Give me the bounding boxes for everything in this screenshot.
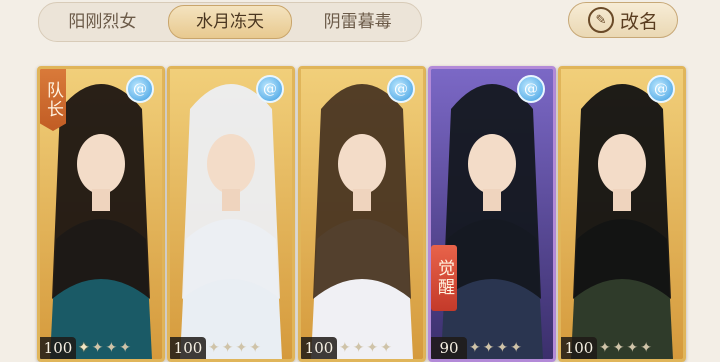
star-rating: ✦ ✦ ✦ ✦ (599, 339, 652, 357)
star-icon: ✦ (469, 340, 481, 356)
star-icon: ✦ (91, 340, 104, 356)
tab-team-3[interactable]: 阴雷暮毒 (296, 6, 419, 38)
star-icon: ✦ (482, 340, 495, 356)
star-rating: ✦ ✦ ✦ ✦ (78, 339, 131, 357)
water-swirl-icon: @ (387, 75, 415, 103)
level-label: 100 (301, 337, 337, 359)
character-portrait (431, 69, 553, 359)
pen-icon: ✎ (587, 7, 614, 33)
character-portrait (561, 69, 683, 359)
character-card-4[interactable]: 觉醒 @90 ✦ ✦ ✦ ✦ (428, 66, 556, 362)
star-icon: ✦ (626, 340, 639, 356)
awaken-badge: 觉醒 (431, 245, 457, 311)
rename-label: 改名 (619, 10, 658, 33)
character-card-1[interactable]: 队长 @100 ✦ ✦ ✦ ✦ (37, 66, 165, 362)
character-card-2[interactable]: @100 ✦ ✦ ✦ ✦ (167, 66, 295, 362)
star-icon: ✦ (208, 340, 220, 356)
star-rating: ✦ ✦ ✦ ✦ (208, 339, 261, 357)
water-swirl-icon: @ (256, 75, 284, 103)
water-swirl-icon: @ (517, 75, 545, 103)
character-portrait (170, 69, 292, 359)
level-label: 100 (561, 337, 597, 359)
star-icon: ✦ (119, 340, 131, 356)
tab-team-1[interactable]: 阳刚烈女 (41, 6, 164, 38)
level-label: 90 (431, 337, 467, 359)
rename-button[interactable]: ✎ 改名 (568, 2, 678, 38)
water-swirl-icon: @ (126, 75, 154, 103)
star-icon: ✦ (352, 340, 365, 356)
star-icon: ✦ (510, 340, 522, 356)
level-label: 100 (40, 337, 76, 359)
star-icon: ✦ (249, 340, 261, 356)
star-icon: ✦ (78, 340, 90, 356)
star-icon: ✦ (339, 340, 351, 356)
star-icon: ✦ (235, 340, 248, 356)
tab-team-2[interactable]: 水月冻天 (167, 5, 293, 39)
star-icon: ✦ (640, 340, 652, 356)
team-tab-bar: 阳刚烈女 水月冻天 阴雷暮毒 (38, 2, 422, 42)
star-icon: ✦ (105, 340, 118, 356)
captain-badge: 队长 (40, 69, 66, 131)
level-label: 100 (170, 337, 206, 359)
water-swirl-icon: @ (647, 75, 675, 103)
star-icon: ✦ (366, 340, 379, 356)
star-rating: ✦ ✦ ✦ ✦ (469, 339, 522, 357)
star-icon: ✦ (380, 340, 392, 356)
star-icon: ✦ (496, 340, 509, 356)
character-card-3[interactable]: @100 ✦ ✦ ✦ ✦ (298, 66, 426, 362)
character-card-5[interactable]: @100 ✦ ✦ ✦ ✦ (558, 66, 686, 362)
star-rating: ✦ ✦ ✦ ✦ (339, 339, 392, 357)
character-portrait (301, 69, 423, 359)
star-icon: ✦ (221, 340, 234, 356)
star-icon: ✦ (599, 340, 611, 356)
star-icon: ✦ (612, 340, 625, 356)
